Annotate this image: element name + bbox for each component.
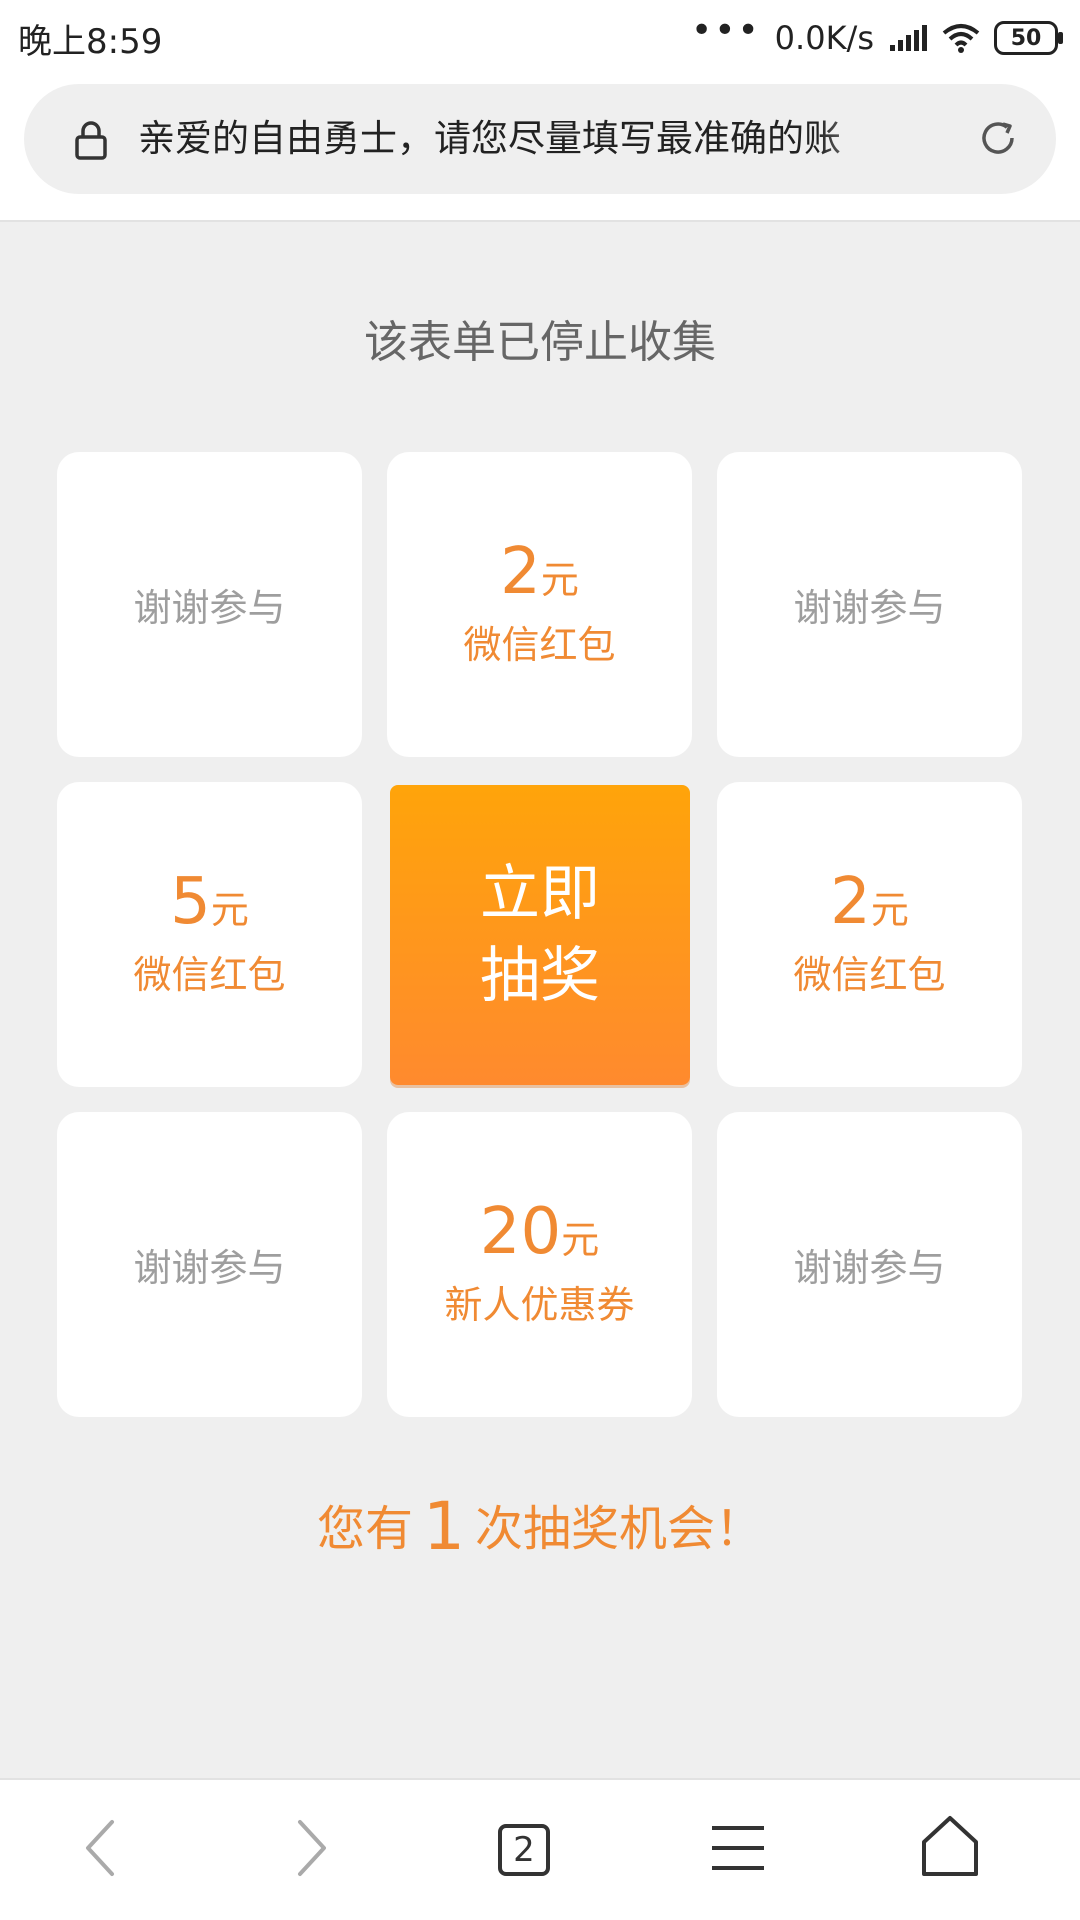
prize-thanks-label: 谢谢参与	[793, 586, 946, 630]
lottery-grid: 谢谢参与 2元 微信红包 谢谢参与 5元 微信红包 立即 抽奖 2元 微信红包	[0, 0, 1080, 1920]
prize-amount-unit: 元	[210, 888, 249, 932]
prize-amount: 2元	[500, 540, 579, 604]
prize-amount-number: 5	[170, 865, 211, 939]
chances-prefix: 您有	[316, 1501, 413, 1557]
prize-amount-unit: 元	[561, 1218, 600, 1262]
prize-amount-number: 20	[479, 1195, 562, 1269]
draw-now-button[interactable]: 立即 抽奖	[390, 785, 690, 1085]
prize-amount-number: 2	[500, 535, 541, 609]
browser-bottom-bar: 2	[0, 1778, 1080, 1920]
prize-cell-red-packet: 2元 微信红包	[717, 782, 1022, 1087]
page: 晚上8:59 ••• 0.0K/s 50 亲爱的自由勇士，请您尽量填写最准确的账…	[0, 0, 1080, 1920]
chances-count: 1	[423, 1488, 465, 1565]
prize-cell-thanks: 谢谢参与	[717, 1112, 1022, 1417]
draw-chances-text: 您有 1 次抽奖机会！	[0, 1488, 1080, 1565]
prize-thanks-label: 谢谢参与	[133, 1246, 286, 1290]
prize-name: 新人优惠券	[444, 1283, 635, 1327]
prize-name: 微信红包	[133, 953, 286, 997]
tabs-button[interactable]: 2	[498, 1824, 550, 1876]
prize-amount: 20元	[480, 1200, 599, 1264]
menu-icon[interactable]	[710, 1820, 766, 1876]
prize-cell-red-packet: 2元 微信红包	[387, 452, 692, 757]
prize-amount-unit: 元	[870, 888, 909, 932]
prize-amount: 5元	[170, 870, 249, 934]
forward-arrow-icon[interactable]	[292, 1816, 332, 1880]
prize-thanks-label: 谢谢参与	[793, 1246, 946, 1290]
prize-cell-thanks: 谢谢参与	[57, 1112, 362, 1417]
prize-amount-number: 2	[830, 865, 871, 939]
home-icon[interactable]	[920, 1814, 980, 1878]
prize-thanks-label: 谢谢参与	[133, 586, 286, 630]
prize-amount: 2元	[830, 870, 909, 934]
chances-suffix: 次抽奖机会！	[475, 1501, 764, 1557]
draw-button-line1: 立即	[480, 859, 600, 929]
prize-cell-thanks: 谢谢参与	[717, 452, 1022, 757]
prize-amount-unit: 元	[540, 558, 579, 602]
prize-name: 微信红包	[463, 623, 616, 667]
back-arrow-icon[interactable]	[80, 1816, 120, 1880]
prize-name: 微信红包	[793, 953, 946, 997]
draw-button-line2: 抽奖	[480, 941, 600, 1011]
prize-cell-thanks: 谢谢参与	[57, 452, 362, 757]
prize-cell-red-packet: 5元 微信红包	[57, 782, 362, 1087]
prize-cell-coupon: 20元 新人优惠券	[387, 1112, 692, 1417]
